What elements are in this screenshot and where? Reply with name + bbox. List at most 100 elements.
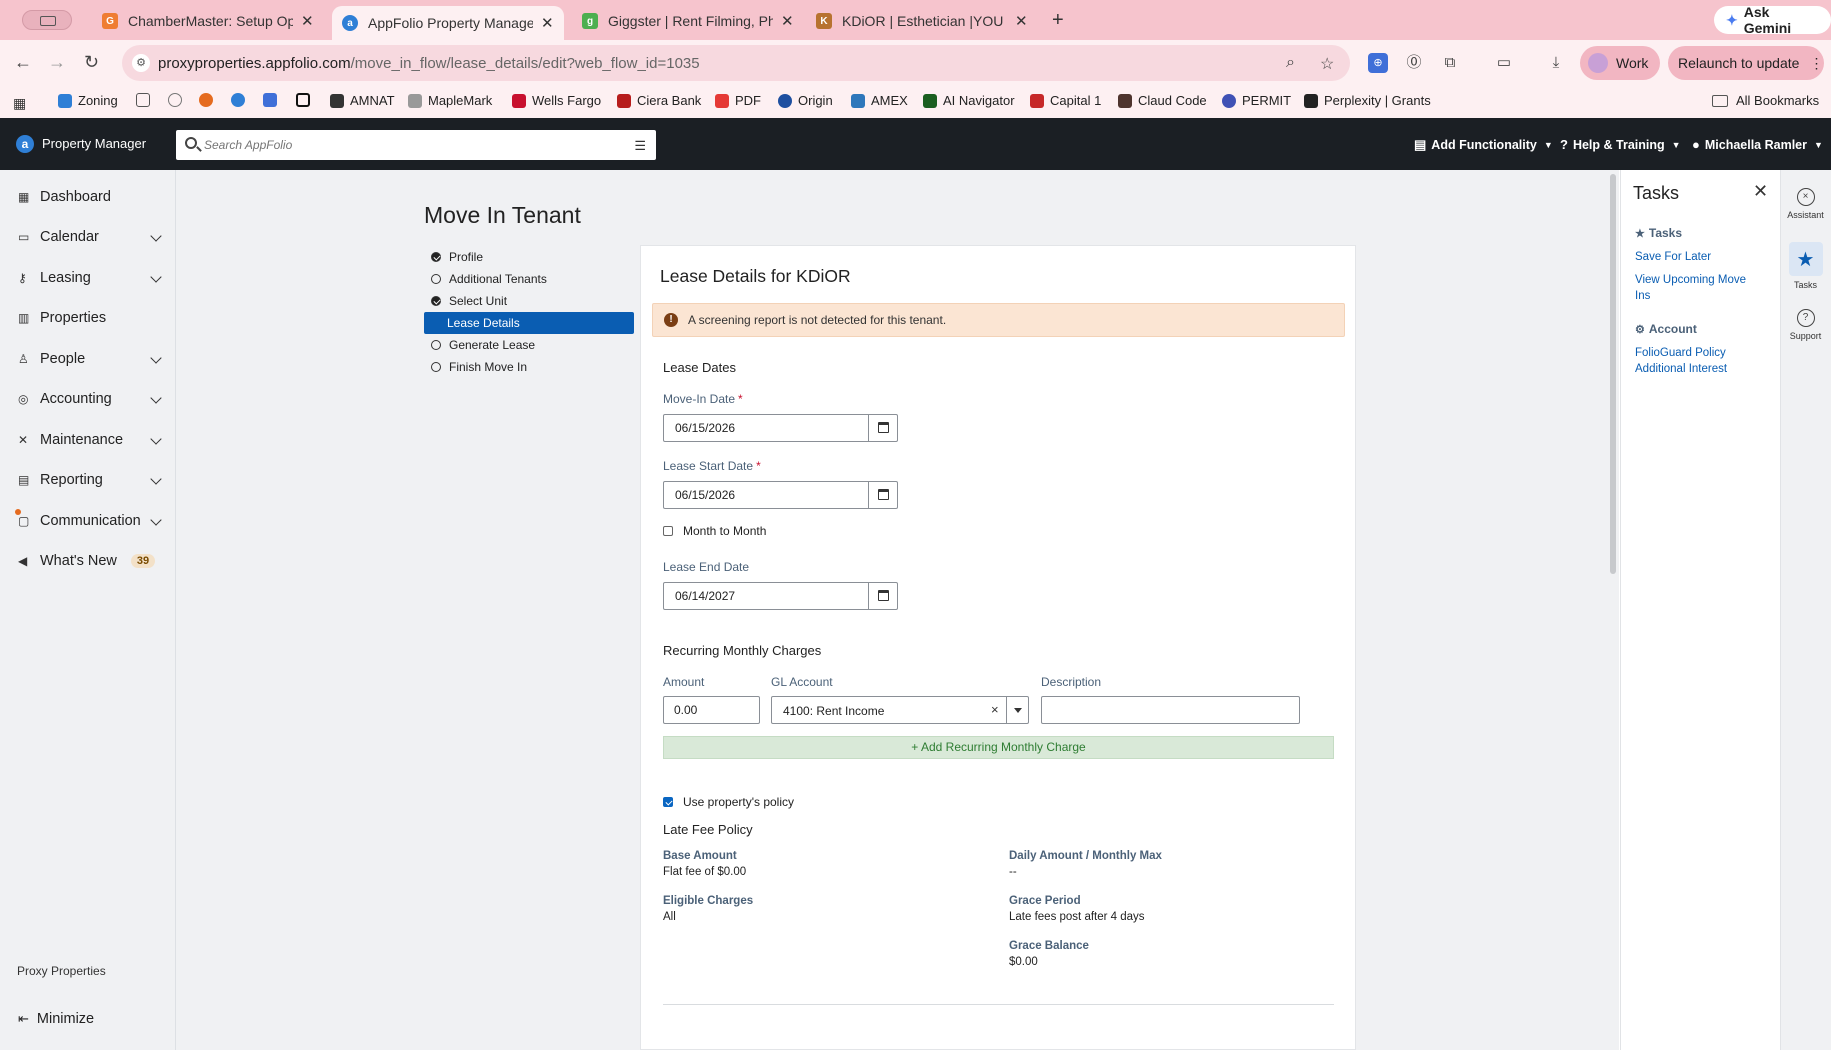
sidebar-item-maintenance[interactable]: ✕ Maintenance [18, 432, 162, 448]
browser-tab-chambermaster[interactable]: G ChamberMaster: Setup Optio ✕ [92, 6, 324, 36]
bookmark-wave[interactable] [263, 93, 283, 107]
wizard-steps: Profile Additional Tenants Select Unit L… [424, 246, 634, 378]
profile-work-button[interactable]: Work [1580, 46, 1660, 80]
step-lease-details[interactable]: Lease Details [424, 312, 634, 334]
checkbox-unchecked[interactable] [663, 526, 673, 536]
rail-assistant-button[interactable]: × Assistant [1780, 188, 1831, 220]
minimize-sidebar-button[interactable]: ⇤ Minimize [18, 1011, 94, 1027]
step-additional-tenants[interactable]: Additional Tenants [424, 268, 634, 290]
checkbox-checked[interactable] [663, 797, 673, 807]
extension-icon[interactable]: ⊕ [1368, 53, 1388, 73]
month-to-month-checkbox[interactable]: Month to Month [663, 524, 766, 538]
date-picker-button[interactable] [868, 482, 897, 508]
move-in-date-input[interactable] [664, 415, 869, 441]
description-input[interactable] [1041, 696, 1300, 724]
rail-tasks-button[interactable]: ★ Tasks [1780, 242, 1831, 290]
reload-icon[interactable]: ↻ [84, 52, 99, 73]
gl-account-select[interactable]: 4100: Rent Income × [771, 696, 1029, 724]
tab-search-button[interactable] [22, 10, 72, 30]
bookmark-openai[interactable] [168, 93, 188, 107]
close-tab-icon[interactable]: ✕ [1015, 12, 1028, 30]
bookmark-label: AMEX [871, 93, 908, 108]
bookmark-amex[interactable]: AMEX [851, 93, 908, 108]
bookmark-capital1[interactable]: Capital 1 [1030, 93, 1101, 108]
password-manager-icon[interactable]: ⓪ [1404, 53, 1424, 73]
main-scrollbar[interactable] [1607, 170, 1619, 1050]
bookmark-amnat[interactable]: AMNAT [330, 93, 395, 108]
browser-tab-appfolio[interactable]: a AppFolio Property Manager ✕ [332, 6, 564, 40]
sidebar-item-calendar[interactable]: ▭ Calendar [18, 229, 162, 245]
bookmark-perplexity[interactable]: Perplexity | Grants [1304, 93, 1431, 108]
relaunch-label: Relaunch to update [1678, 55, 1800, 71]
sidebar-item-reporting[interactable]: ▤ Reporting [18, 472, 162, 488]
bookmark-claudcode[interactable]: Claud Code [1118, 93, 1207, 108]
dropdown-arrow-icon[interactable] [1006, 697, 1028, 723]
date-picker-button[interactable] [868, 583, 897, 609]
step-profile[interactable]: Profile [424, 246, 634, 268]
sidebar-item-whats-new[interactable]: ◀ What's New 39 [18, 553, 160, 569]
extensions-puzzle-icon[interactable]: ⧉ [1440, 53, 1460, 73]
rail-support-button[interactable]: ? Support [1780, 309, 1831, 341]
bookmark-square[interactable] [296, 93, 316, 107]
sidebar-item-leasing[interactable]: ⚷ Leasing [18, 270, 162, 286]
bookmark-cierabank[interactable]: Ciera Bank [617, 93, 701, 108]
sidebar-item-accounting[interactable]: ◎ Accounting [18, 391, 162, 407]
view-upcoming-move-ins-link[interactable]: View Upcoming Move Ins [1635, 272, 1760, 304]
forward-arrow-icon[interactable]: → [48, 52, 66, 73]
sidebar-item-label: Communication [40, 513, 141, 529]
new-tab-icon[interactable]: + [1052, 9, 1064, 32]
scrollbar-thumb[interactable] [1610, 174, 1616, 574]
step-generate-lease[interactable]: Generate Lease [424, 334, 634, 356]
browser-tab-kdior[interactable]: K KDiOR | Esthetician |YOU DE ✕ [806, 6, 1038, 36]
clear-selection-icon[interactable]: × [991, 702, 999, 717]
bookmark-wellsfargo[interactable]: Wells Fargo [512, 93, 601, 108]
search-input[interactable] [204, 130, 604, 160]
bookmark-maplemark[interactable]: MapleMark [408, 93, 492, 108]
step-finish-move-in[interactable]: Finish Move In [424, 356, 634, 378]
bookmark-claude[interactable] [199, 93, 219, 107]
help-training-menu[interactable]: ? Help & Training ▼ [1560, 137, 1681, 152]
apps-grid-icon[interactable]: ▦ [13, 95, 26, 112]
sidebar-item-dashboard[interactable]: ▦ Dashboard [18, 189, 160, 205]
close-tab-icon[interactable]: ✕ [301, 12, 314, 30]
add-recurring-charge-button[interactable]: + Add Recurring Monthly Charge [663, 736, 1334, 759]
date-picker-button[interactable] [868, 415, 897, 441]
bookmark-zoning[interactable]: Zoning [58, 93, 118, 108]
bookmark-grid[interactable] [136, 93, 156, 107]
user-menu[interactable]: ● Michaella Ramler ▼ [1692, 137, 1823, 152]
bookmark-pdf[interactable]: PDF [715, 93, 761, 108]
add-functionality-menu[interactable]: ▤ Add Functionality ▼ [1414, 137, 1553, 153]
site-settings-icon[interactable]: ⚙ [132, 54, 150, 72]
appfolio-logo-icon[interactable]: a [16, 135, 34, 153]
lease-end-date-input[interactable] [664, 583, 869, 609]
back-arrow-icon[interactable]: ← [14, 52, 32, 73]
zoom-icon[interactable]: ⌕ [1286, 54, 1295, 72]
tab-search-icon[interactable]: ▭ [1494, 53, 1514, 73]
address-bar[interactable]: ⚙ proxyproperties.appfolio.com/move_in_f… [122, 45, 1350, 81]
amount-input[interactable] [663, 696, 760, 724]
browser-tab-giggster[interactable]: g Giggster | Rent Filming, Photo ✕ [572, 6, 804, 36]
filter-sliders-icon[interactable]: ☰ [634, 138, 646, 154]
step-select-unit[interactable]: Select Unit [424, 290, 634, 312]
brand-name[interactable]: Property Manager [42, 136, 146, 151]
sidebar-item-people[interactable]: ♙ People [18, 351, 162, 367]
sidebar-item-communication[interactable]: ▢ Communication [18, 513, 162, 529]
bookmark-origin[interactable]: Origin [778, 93, 833, 108]
bookmark-appfolio[interactable] [231, 93, 251, 107]
download-icon[interactable]: ⤓ [1546, 53, 1566, 73]
bookmark-ainavigator[interactable]: AI Navigator [923, 93, 1015, 108]
close-panel-icon[interactable]: ✕ [1753, 181, 1768, 202]
save-for-later-link[interactable]: Save For Later [1635, 249, 1760, 265]
sidebar-item-properties[interactable]: ▥ Properties [18, 310, 160, 326]
lease-start-date-input[interactable] [664, 482, 869, 508]
url-text[interactable]: proxyproperties.appfolio.com/move_in_flo… [158, 55, 700, 72]
use-property-policy-checkbox[interactable]: Use property's policy [663, 795, 794, 809]
bookmark-permit[interactable]: PERMIT [1222, 93, 1291, 108]
folioguard-policy-link[interactable]: FolioGuard Policy Additional Interest [1635, 345, 1760, 377]
close-tab-icon[interactable]: ✕ [541, 14, 554, 32]
all-bookmarks-button[interactable]: All Bookmarks [1712, 93, 1819, 108]
bookmark-star-icon[interactable]: ☆ [1320, 54, 1334, 74]
relaunch-button[interactable]: Relaunch to update ⋮ [1668, 46, 1824, 80]
ask-gemini-button[interactable]: ✦ Ask Gemini [1714, 4, 1831, 36]
close-tab-icon[interactable]: ✕ [781, 12, 794, 30]
